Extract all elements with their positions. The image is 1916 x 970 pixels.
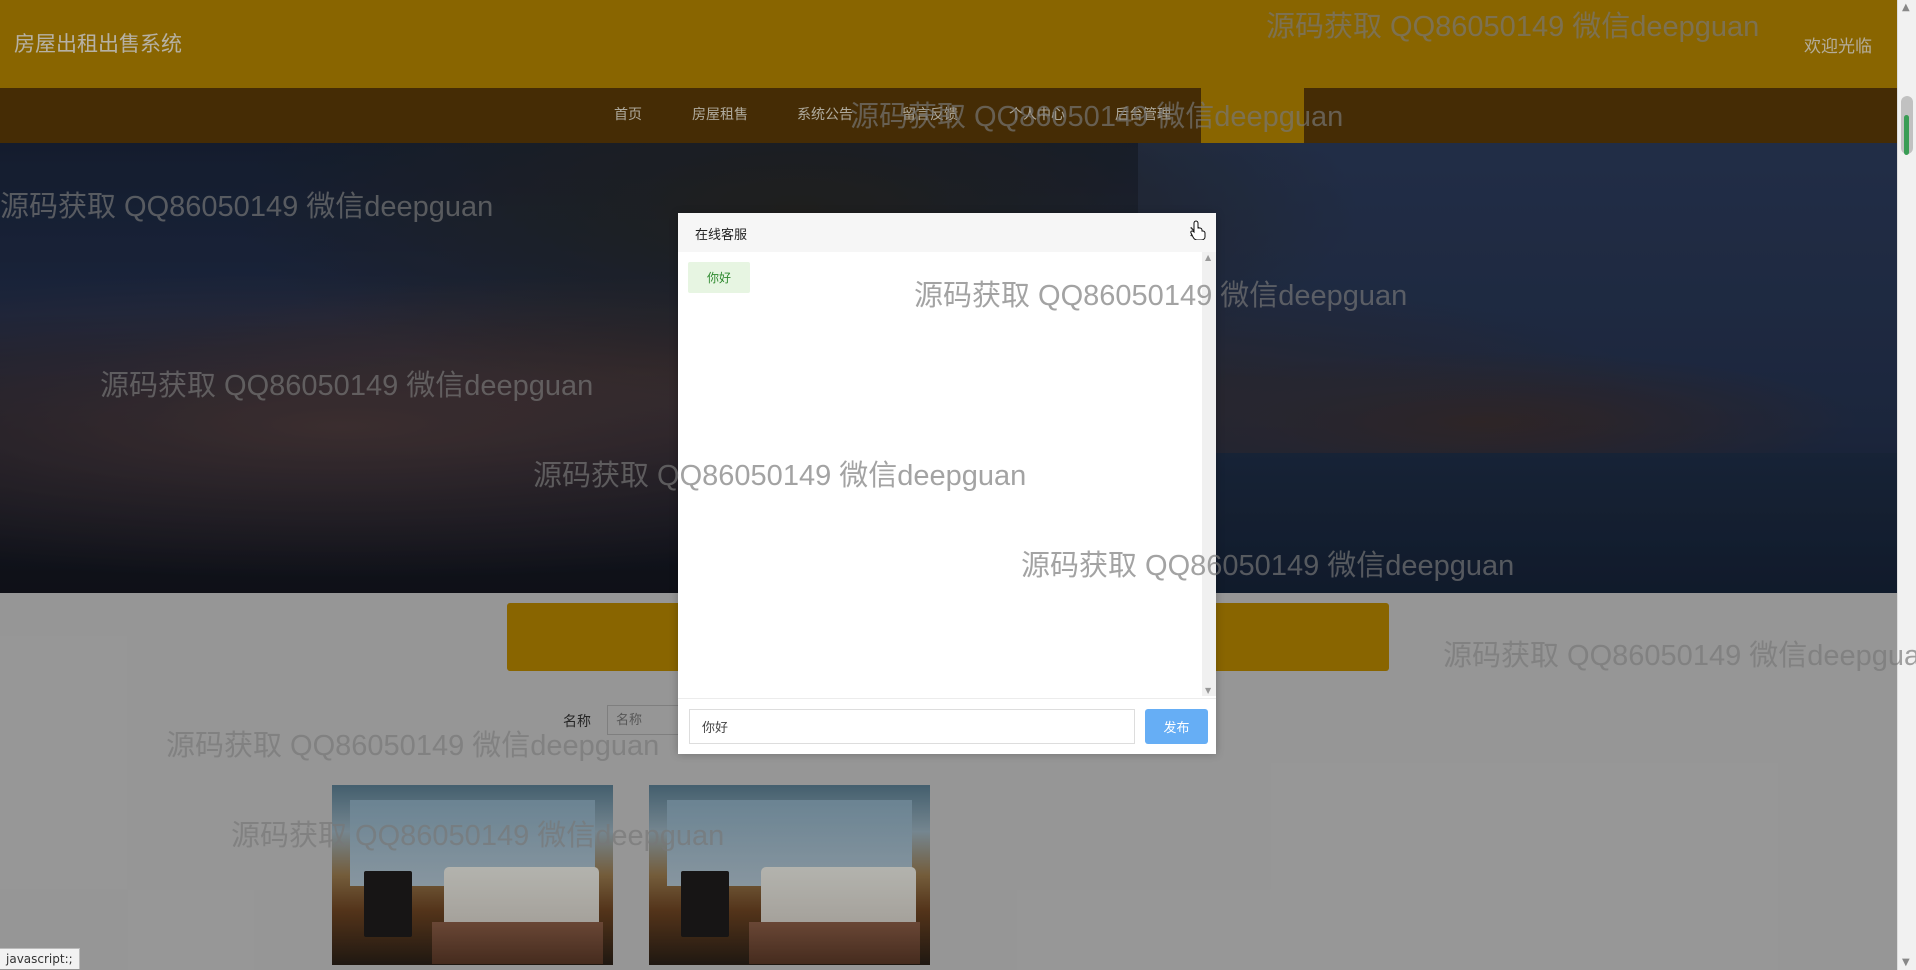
pointer-hand-icon <box>1190 220 1206 240</box>
chat-footer: 发布 <box>678 698 1216 754</box>
triangle-down-icon[interactable]: ▼ <box>1205 686 1211 695</box>
chat-message: 你好 <box>688 262 751 293</box>
status-bar-link: javascript:; <box>0 948 80 969</box>
triangle-up-icon[interactable]: ▲ <box>1902 2 1910 13</box>
chat-dialog: 在线客服 × 你好 ▲ ▼ 发布 <box>678 213 1216 754</box>
scrollbar-thumb-accent <box>1904 115 1909 155</box>
triangle-up-icon[interactable]: ▲ <box>1205 253 1211 262</box>
chat-input[interactable] <box>689 709 1135 744</box>
chat-scrollbar[interactable]: ▲ ▼ <box>1202 252 1216 696</box>
chat-messages: 你好 <box>678 252 1202 696</box>
send-button[interactable]: 发布 <box>1145 709 1208 744</box>
dialog-title: 在线客服 <box>695 228 748 243</box>
dialog-header: 在线客服 × <box>678 213 1216 253</box>
page-scrollbar[interactable]: ▲ ▼ <box>1897 0 1916 970</box>
triangle-down-icon[interactable]: ▼ <box>1902 957 1910 968</box>
